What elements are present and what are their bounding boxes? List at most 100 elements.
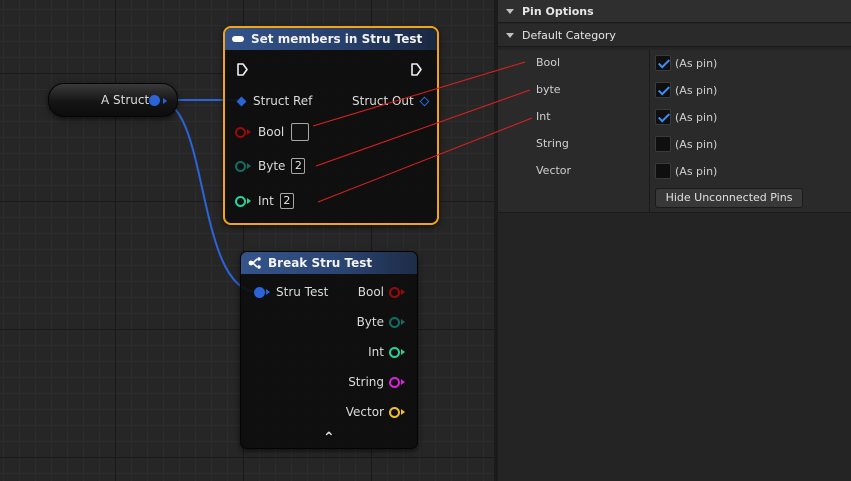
byte-input-label: Byte [258, 159, 286, 173]
variable-output-pin[interactable] [149, 95, 160, 106]
break-input-label: Stru Test [276, 285, 329, 299]
pin-options-title: Pin Options [522, 4, 594, 18]
as-pin-checkbox[interactable] [655, 136, 671, 152]
as-pin-checkbox[interactable] [655, 82, 671, 98]
pin-option-value: (As pin) [655, 136, 717, 152]
pin-option-value: (As pin) [655, 163, 717, 179]
exec-out-pin[interactable] [411, 63, 422, 76]
break-output-label: Bool [357, 285, 384, 299]
bool-input-label: Bool [258, 125, 285, 139]
pin-option-name: Vector [536, 164, 572, 177]
row-divider [649, 104, 650, 131]
set-members-node[interactable]: Set members in Stru Test Struct Ref Stru… [223, 26, 439, 225]
break-bool-arrow [401, 289, 405, 295]
break-output-bool-row: Bool [358, 285, 405, 299]
byte-value-field[interactable]: 2 [291, 158, 306, 174]
as-pin-checkbox[interactable] [655, 55, 671, 71]
break-output-label: Byte [356, 315, 384, 329]
as-pin-label: (As pin) [675, 164, 718, 178]
variable-label: A Struct [101, 93, 150, 107]
function-pill-icon [232, 36, 244, 42]
pin-option-row-byte: byte (As pin) [498, 77, 851, 105]
byte-input-pin[interactable] [235, 160, 246, 172]
break-int-arrow [401, 349, 405, 355]
row-divider [649, 158, 650, 185]
expand-arrow-icon [506, 32, 514, 38]
struct-out-pin[interactable] [419, 96, 430, 106]
byte-input-row: Byte 2 [235, 158, 306, 174]
break-output-string-row: String [348, 375, 405, 389]
bool-input-pin[interactable] [235, 126, 246, 138]
bool-input-row: Bool [235, 123, 310, 141]
struct-ref-row: Struct Ref [236, 94, 313, 108]
break-byte-arrow [401, 319, 405, 325]
expand-arrow-icon [506, 8, 514, 14]
break-struct-input-pin[interactable] [254, 286, 265, 298]
hide-unconnected-pins-button[interactable]: Hide Unconnected Pins [655, 188, 803, 208]
as-pin-label: (As pin) [675, 56, 718, 70]
break-bool-output-pin[interactable] [389, 286, 400, 298]
pin-option-value: (As pin) [655, 109, 717, 125]
details-panel: Pin Options Default Category Bool (As pi… [494, 0, 851, 481]
break-byte-output-pin[interactable] [389, 316, 400, 328]
struct-out-label: Struct Out [352, 94, 414, 108]
as-pin-checkbox[interactable] [655, 163, 671, 179]
break-input-arrow [266, 289, 270, 295]
break-output-label: Vector [345, 405, 384, 419]
struct-ref-pin[interactable] [236, 96, 247, 106]
break-output-vector-row: Vector [346, 405, 405, 419]
bool-value-checkbox[interactable] [291, 123, 310, 141]
break-string-output-pin[interactable] [389, 376, 400, 388]
pin-option-row-string: String (As pin) [498, 131, 851, 159]
break-output-int-row: Int [368, 345, 405, 359]
int-input-row: Int 2 [235, 193, 294, 209]
as-pin-label: (As pin) [675, 137, 718, 151]
int-input-label: Int [258, 194, 274, 208]
variable-output-arrow [163, 98, 167, 104]
pin-option-row-vector: Vector (As pin) [498, 158, 851, 186]
exec-in-pin[interactable] [237, 63, 248, 76]
int-value-field[interactable]: 2 [279, 193, 294, 209]
pin-options-header[interactable]: Pin Options [498, 0, 851, 23]
int-pin-arrow [247, 198, 251, 204]
pin-option-value: (As pin) [655, 55, 717, 71]
hide-pins-row: Hide Unconnected Pins [498, 185, 851, 213]
break-struct-node[interactable]: Break Stru Test Stru Test Bool Byte Int … [240, 251, 418, 449]
pin-option-value: (As pin) [655, 82, 717, 98]
as-pin-label: (As pin) [675, 83, 718, 97]
break-output-byte-row: Byte [357, 315, 405, 329]
int-input-pin[interactable] [235, 195, 246, 207]
break-vector-output-pin[interactable] [389, 406, 400, 418]
default-category-header[interactable]: Default Category [498, 24, 851, 47]
break-vector-arrow [401, 409, 405, 415]
collapse-chevron-icon[interactable]: ⌃ [323, 430, 335, 446]
break-int-output-pin[interactable] [389, 346, 400, 358]
default-category-title: Default Category [522, 28, 616, 42]
set-members-title: Set members in Stru Test [251, 32, 423, 46]
break-output-label: String [348, 375, 384, 389]
break-input-row: Stru Test [254, 285, 328, 299]
pin-option-name: Bool [536, 56, 561, 69]
as-pin-label: (As pin) [675, 110, 718, 124]
break-struct-title: Break Stru Test [268, 256, 373, 270]
break-string-arrow [401, 379, 405, 385]
pin-option-row-int: Int (As pin) [498, 104, 851, 132]
row-divider [649, 50, 650, 77]
break-output-label: Int [368, 345, 384, 359]
set-members-header[interactable]: Set members in Stru Test [225, 28, 437, 50]
break-struct-icon [248, 257, 261, 269]
pin-option-name: String [536, 137, 569, 150]
blueprint-graph[interactable]: A Struct Set members in Stru Test Struct… [0, 0, 494, 481]
byte-pin-arrow [247, 163, 251, 169]
struct-variable-node[interactable]: A Struct [48, 83, 178, 117]
break-struct-header[interactable]: Break Stru Test [241, 252, 417, 274]
row-divider [649, 77, 650, 104]
as-pin-checkbox[interactable] [655, 109, 671, 125]
row-divider [649, 185, 650, 212]
struct-ref-label: Struct Ref [253, 94, 313, 108]
pin-option-name: byte [536, 83, 561, 96]
pin-option-name: Int [536, 110, 551, 123]
bool-pin-arrow [247, 129, 251, 135]
struct-out-row: Struct Out [352, 94, 430, 108]
row-divider [649, 131, 650, 158]
